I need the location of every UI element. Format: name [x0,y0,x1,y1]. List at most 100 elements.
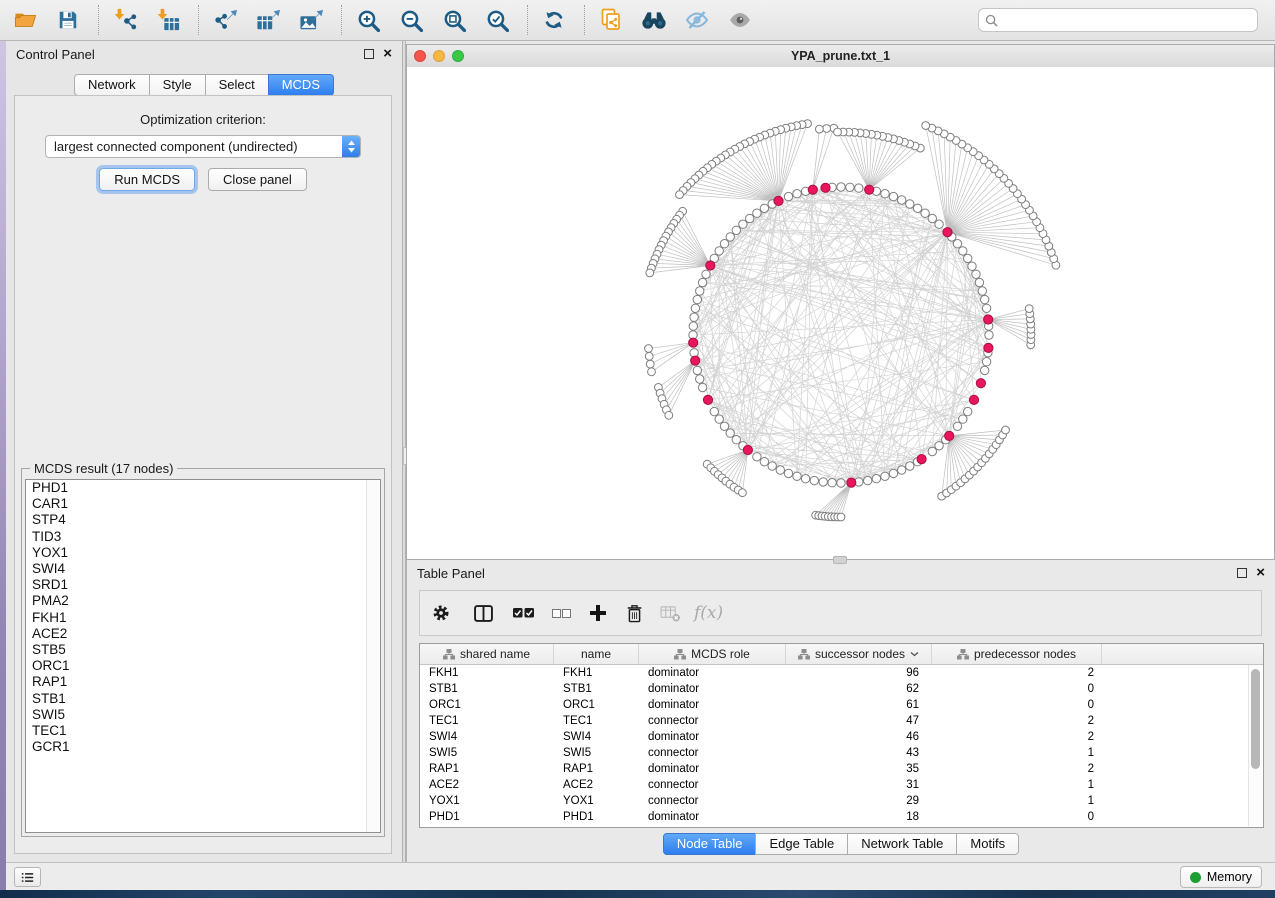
column-header-shared-name[interactable]: shared name [420,644,554,664]
close-panel-button[interactable]: Close panel [208,168,307,191]
mcds-result-item[interactable]: YOX1 [26,545,380,561]
network-view-window: YPA_prune.txt_1 [406,44,1275,560]
mcds-result-item[interactable]: STB5 [26,642,380,658]
table-scrollbar-thumb[interactable] [1251,669,1260,769]
zoom-fit-button[interactable] [439,5,469,35]
tab-edge-table[interactable]: Edge Table [755,833,848,855]
export-table-button[interactable] [253,5,283,35]
table-row[interactable]: PHD1PHD1dominator180 [420,809,1263,825]
column-header-MCDS-role[interactable]: MCDS role [639,644,786,664]
tab-select[interactable]: Select [205,74,269,96]
network-graph[interactable] [407,67,1274,559]
desktop-wallpaper-bottom [0,890,1275,898]
zoom-selected-button[interactable] [482,5,512,35]
table-cell: 35 [786,761,932,777]
table-settings-button[interactable] [432,598,450,628]
column-header-name[interactable]: name [554,644,639,664]
mcds-result-item[interactable]: GCR1 [26,739,380,755]
mcds-result-item[interactable]: TID3 [26,529,380,545]
save-session-button[interactable] [53,5,83,35]
search-input[interactable] [1003,12,1251,28]
show-panels-button[interactable] [14,867,41,887]
mcds-result-item[interactable]: SWI4 [26,561,380,577]
table-cell: 46 [786,729,932,745]
table-row[interactable]: SWI5SWI5connector431 [420,745,1263,761]
clone-network-button[interactable] [596,5,626,35]
table-row[interactable]: SWI4SWI4dominator462 [420,729,1263,745]
refresh-layout-button[interactable] [539,5,569,35]
mcds-list-scrollbar[interactable] [366,480,380,832]
table-cell: dominator [639,761,786,777]
float-panel-icon[interactable] [1237,568,1247,578]
select-all-columns-button[interactable] [513,598,534,628]
tab-node-table[interactable]: Node Table [663,833,757,855]
search-binoculars-button[interactable] [639,5,669,35]
table-row[interactable]: RAP1RAP1dominator352 [420,761,1263,777]
export-image-button[interactable] [296,5,326,35]
mcds-result-item[interactable]: PMA2 [26,593,380,609]
table-scrollbar[interactable] [1248,665,1262,826]
table-row[interactable]: ACE2ACE2connector311 [420,777,1263,793]
zoom-in-button[interactable] [353,5,383,35]
tab-mcds[interactable]: MCDS [268,74,334,96]
table-row[interactable]: TEC1TEC1connector472 [420,713,1263,729]
network-window-titlebar[interactable]: YPA_prune.txt_1 [407,45,1274,68]
show-column-button[interactable] [474,598,493,628]
mcds-result-item[interactable]: FKH1 [26,610,380,626]
table-row[interactable]: ORC1ORC1dominator610 [420,697,1263,713]
network-canvas[interactable] [407,67,1274,559]
mcds-result-item[interactable]: ACE2 [26,626,380,642]
delete-column-button[interactable] [626,598,643,628]
mcds-result-item[interactable]: STB1 [26,691,380,707]
close-panel-icon[interactable]: × [383,48,392,60]
toolbar-separator [527,5,528,35]
tab-network-table[interactable]: Network Table [847,833,957,855]
table-cell: 43 [786,745,932,761]
memory-button[interactable]: Memory [1180,866,1262,888]
mcds-result-item[interactable]: RAP1 [26,674,380,690]
import-table-button[interactable] [153,5,183,35]
network-title: YPA_prune.txt_1 [407,49,1274,63]
tab-style[interactable]: Style [149,74,206,96]
float-panel-icon[interactable] [364,49,374,59]
open-file-button[interactable] [10,5,40,35]
run-mcds-button[interactable]: Run MCDS [99,168,195,191]
create-column-button[interactable] [589,598,607,628]
deselect-all-columns-button[interactable] [552,598,571,628]
column-header-successor-nodes[interactable]: successor nodes [786,644,932,664]
mcds-result-item[interactable]: SWI5 [26,707,380,723]
table-row[interactable]: YOX1YOX1connector291 [420,793,1263,809]
table-cell: connector [639,745,786,761]
export-image-icon [299,8,324,32]
close-panel-icon[interactable]: × [1256,567,1265,579]
tab-motifs[interactable]: Motifs [956,833,1019,855]
mcds-result-item[interactable]: PHD1 [26,480,380,496]
zoom-out-button[interactable] [396,5,426,35]
selected-criterion-value: largest connected component (undirected) [46,139,342,154]
table-cell: connector [639,793,786,809]
hide-selected-button[interactable] [682,5,712,35]
table-row[interactable]: STB1STB1dominator620 [420,681,1263,697]
mcds-result-item[interactable]: CAR1 [26,496,380,512]
table-row[interactable]: FKH1FKH1dominator962 [420,665,1263,681]
mcds-result-list[interactable]: PHD1CAR1STP4TID3YOX1SWI4SRD1PMA2FKH1ACE2… [25,479,381,833]
delete-table-button-disabled[interactable] [660,598,681,628]
eye-slash-icon [685,8,709,32]
tab-network[interactable]: Network [74,74,150,96]
table-cell: SWI4 [554,729,639,745]
mcds-result-item[interactable]: SRD1 [26,577,380,593]
export-network-button[interactable] [210,5,240,35]
table-cell: 2 [932,761,1102,777]
function-builder-button-disabled[interactable]: f(x) [694,598,723,628]
horizontal-splitter-handle[interactable] [833,556,847,564]
optimization-criterion-select[interactable]: largest connected component (undirected) [45,135,361,158]
show-all-button[interactable] [725,5,755,35]
import-network-button[interactable] [110,5,140,35]
status-bar: Memory [6,862,1275,890]
column-header-predecessor-nodes[interactable]: predecessor nodes [932,644,1102,664]
mcds-result-item[interactable]: ORC1 [26,658,380,674]
table-rows: FKH1FKH1dominator962STB1STB1dominator620… [420,665,1263,827]
mcds-result-item[interactable]: STP4 [26,512,380,528]
search-box[interactable] [978,8,1258,32]
mcds-result-item[interactable]: TEC1 [26,723,380,739]
